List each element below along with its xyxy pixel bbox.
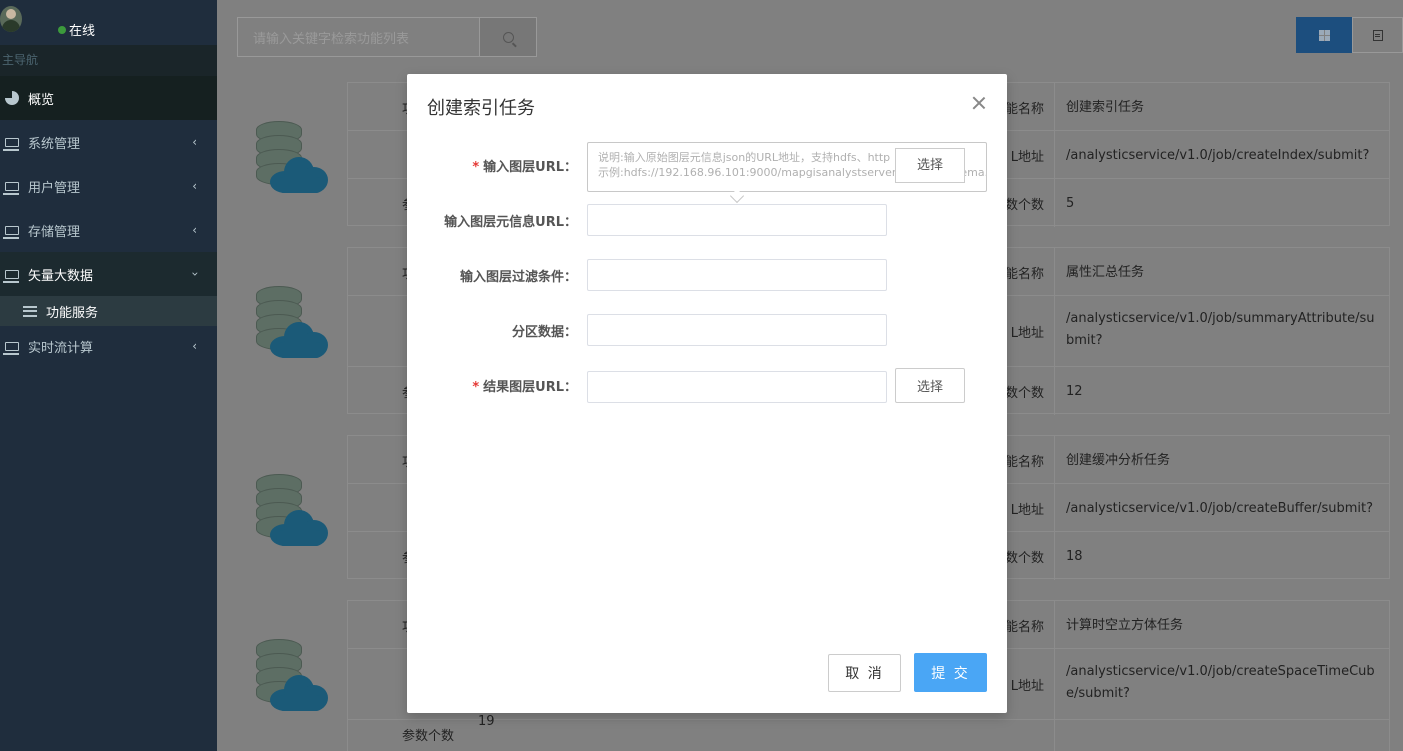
list-icon [23,305,37,317]
pie-chart-icon [5,91,19,105]
sidebar-item-storage[interactable]: 存储管理 ‹ [0,208,217,252]
chevron-left-icon: ‹ [192,223,197,237]
user-panel: 在线 [0,0,217,45]
search-button[interactable] [479,17,537,57]
monitor-icon [3,137,19,151]
sidebar-item-label: 用户管理 [28,180,81,196]
sidebar-item-vector-bigdata[interactable]: 矢量大数据 ‹ [0,252,217,296]
online-status: 在线 [58,20,95,39]
database-cloud-icon [256,286,330,362]
sidebar-item-label: 系统管理 [28,136,81,152]
input-layer-filter-field[interactable] [587,259,887,291]
input-layer-meta-url-field[interactable] [587,204,887,236]
partition-data-field[interactable] [587,314,887,346]
monitor-icon [3,181,19,195]
database-cloud-icon [256,639,330,715]
result-layer-url-field[interactable] [587,371,887,403]
monitor-icon [3,225,19,239]
chevron-down-icon: ‹ [187,271,202,277]
sidebar-item-label: 存储管理 [28,224,81,240]
sidebar-item-label: 矢量大数据 [28,268,94,284]
grid-view-button[interactable] [1296,17,1352,53]
cancel-button[interactable]: 取 消 [828,654,901,692]
submenu: 功能服务 [0,296,217,326]
sidebar-item-realtime-stream[interactable]: 实时流计算 ‹ [0,326,217,366]
avatar[interactable] [0,6,22,32]
create-index-task-dialog: 创建索引任务 * 输入图层URL： 说明:输入原始图层元信息json的URL地址，… [407,74,1007,713]
submit-button[interactable]: 提 交 [914,653,987,692]
dialog-title: 创建索引任务 [427,98,535,119]
sidebar-subitem-function-service[interactable]: 功能服务 [0,296,217,326]
list-view-button[interactable] [1352,17,1403,53]
sidebar-item-users[interactable]: 用户管理 ‹ [0,164,217,208]
sidebar-item-label: 实时流计算 [28,340,94,356]
monitor-icon [3,341,19,355]
list-view-icon [1372,29,1383,41]
database-cloud-icon [256,474,330,550]
sidebar-item-system[interactable]: 系统管理 ‹ [0,120,217,164]
status-label: 在线 [69,24,96,39]
database-cloud-icon [256,121,330,197]
input-layer-url-label: * 输入图层URL： [472,160,577,175]
select-result-layer-button[interactable]: 选择 [895,368,965,403]
sidebar: 在线 主导航 概览 系统管理 ‹ 用户管理 ‹ 存储管理 ‹ 矢量大数据 ‹ 功… [0,0,217,751]
search-input[interactable]: 请输入关键字检索功能列表 [237,17,480,57]
input-layer-meta-url-label: 输入图层元信息URL： [444,215,577,230]
search-icon [502,31,514,43]
input-layer-url-tooltip: 说明:输入原始图层元信息json的URL地址，支持hdfs、http 示例:hd… [587,142,987,192]
input-layer-filter-label: 输入图层过滤条件： [459,270,577,285]
grid-icon [1318,29,1330,41]
chevron-left-icon: ‹ [192,135,197,149]
chevron-left-icon: ‹ [192,339,197,353]
online-dot-icon [58,25,66,34]
sidebar-item-label: 概览 [28,92,55,108]
close-icon[interactable] [972,96,986,110]
select-input-layer-button[interactable]: 选择 [895,148,965,183]
partition-data-label: 分区数据： [511,325,577,340]
card-row: 参数个数 19 [348,710,1389,751]
chevron-left-icon: ‹ [192,179,197,193]
result-layer-url-label: * 结果图层URL： [472,380,577,395]
monitor-icon [3,269,19,283]
sidebar-subitem-label: 功能服务 [46,305,99,321]
sidebar-item-overview[interactable]: 概览 [0,76,217,120]
nav-header: 主导航 [0,45,217,76]
